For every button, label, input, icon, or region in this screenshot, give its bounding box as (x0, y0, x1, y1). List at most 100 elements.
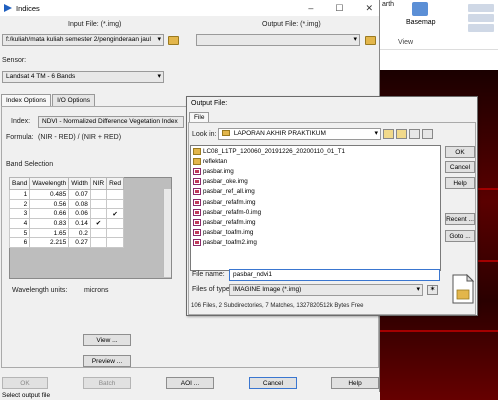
band-table-scrollbar[interactable] (163, 189, 171, 277)
red-checkbox[interactable] (106, 218, 125, 229)
nir-checkbox[interactable] (89, 237, 108, 249)
maximize-icon[interactable]: ☐ (335, 3, 343, 14)
nir-checkbox[interactable] (89, 189, 108, 200)
list-item[interactable]: pasbar_refafm.img (191, 217, 440, 227)
index-label: Index: (11, 118, 31, 125)
column-header[interactable]: Band (8, 177, 31, 190)
add-filter-icon[interactable]: ✶ (427, 285, 438, 295)
output-file-dialog: Output File: File Look in: LAPORAN AKHIR… (186, 96, 478, 316)
list-item[interactable]: pasbar_oke.img (191, 177, 440, 187)
nir-checkbox[interactable] (89, 208, 108, 220)
file-name: pasbar_oke.img (203, 178, 248, 186)
width-cell: 0.06 (68, 208, 91, 220)
input-folder-icon[interactable] (168, 36, 179, 45)
close-icon[interactable]: ✕ (365, 3, 373, 14)
column-header[interactable]: Wavelength (29, 177, 70, 190)
band-table: Band Wavelength Width NIR Red 1 0.485 0.… (8, 177, 125, 249)
sensor-select[interactable]: Landsat 4 TM - 6 Bands ▾ (2, 71, 164, 83)
goto-button[interactable]: Goto ... (445, 230, 475, 242)
file-type-select[interactable]: IMAGINE Image (*.img) ▾ (229, 284, 423, 296)
minimize-icon[interactable]: – (308, 3, 313, 14)
chevron-down-icon[interactable]: ▾ (157, 72, 161, 80)
red-checkbox[interactable] (106, 189, 125, 200)
dialog-cancel-button[interactable]: Cancel (445, 161, 475, 173)
file-list[interactable]: LC08_L1TP_120060_20191226_20200110_01_T1… (190, 145, 441, 271)
list-item[interactable]: pasbar.img (191, 166, 440, 176)
chevron-down-icon[interactable]: ▾ (374, 129, 378, 137)
index-value: NDVI - Normalized Difference Vegetation … (42, 118, 178, 125)
table-row[interactable]: 3 0.66 0.06 ✔ (8, 208, 125, 220)
chevron-down-icon[interactable]: ▾ (353, 35, 357, 43)
table-row[interactable]: 5 1.65 0.2 (8, 227, 125, 239)
look-in-select[interactable]: LAPORAN AKHIR PRAKTIKUM ▾ (218, 128, 381, 140)
dialog-ok-button[interactable]: OK (445, 146, 475, 158)
wavelength-units-label: Wavelength units: (12, 287, 68, 294)
red-checkbox[interactable] (106, 198, 125, 210)
tab-file[interactable]: File (189, 112, 210, 122)
column-header[interactable]: NIR (89, 177, 108, 190)
input-file-field[interactable]: f:/kuliah/mata kuliah semester 2/pengind… (2, 34, 164, 46)
output-folder-icon[interactable] (365, 36, 376, 45)
chevron-down-icon[interactable]: ▾ (416, 285, 420, 293)
dialog-body: Look in: LAPORAN AKHIR PRAKTIKUM ▾ LC08_… (188, 122, 476, 315)
list-view-icon[interactable] (409, 129, 420, 139)
view-button[interactable]: View ... (83, 334, 131, 346)
red-checkbox[interactable]: ✔ (106, 208, 125, 220)
index-select[interactable]: NDVI - Normalized Difference Vegetation … (38, 116, 184, 128)
file-name-input[interactable]: pasbar_ndvi1 (229, 269, 440, 281)
table-row[interactable]: 1 0.485 0.07 (8, 189, 125, 200)
list-item[interactable]: pasbar_refafm-0.img (191, 207, 440, 217)
table-row[interactable]: 4 0.83 0.14 ✔ (8, 218, 125, 229)
preview-button[interactable]: Preview ... (83, 355, 131, 367)
nir-checkbox[interactable]: ✔ (89, 218, 108, 229)
output-file-field[interactable]: ▾ (196, 34, 360, 46)
nir-checkbox[interactable] (89, 227, 108, 239)
window-title: Indices (16, 3, 40, 13)
red-checkbox[interactable] (106, 227, 125, 239)
basemap-icon[interactable] (412, 2, 428, 16)
tab-io-options[interactable]: I/O Options (52, 94, 95, 106)
basemap-label[interactable]: Basemap (406, 19, 436, 26)
dialog-help-button[interactable]: Help (445, 177, 475, 189)
band-cell: 5 (8, 227, 31, 239)
dialog-title[interactable]: Output File: (187, 97, 477, 111)
batch-button[interactable]: Batch (83, 377, 131, 389)
column-header[interactable]: Red (106, 177, 125, 190)
title-bar[interactable]: Indices – ☐ ✕ (0, 0, 379, 16)
wavelength-cell: 0.485 (29, 189, 70, 200)
ok-button[interactable]: OK (2, 377, 48, 389)
table-row[interactable]: 6 2.215 0.27 (8, 237, 125, 249)
table-row[interactable]: 2 0.56 0.08 (8, 198, 125, 210)
aoi-button[interactable]: AOI ... (166, 377, 214, 389)
sensor-label: Sensor: (2, 57, 27, 64)
help-button[interactable]: Help (331, 377, 379, 389)
tab-index-options[interactable]: Index Options (1, 94, 52, 106)
list-item[interactable]: pasbar_toafm2.img (191, 238, 440, 248)
new-folder-icon[interactable] (396, 129, 407, 139)
band-selection-label: Band Selection (6, 161, 54, 168)
up-folder-icon[interactable] (383, 129, 394, 139)
list-item[interactable]: reflektan (191, 156, 440, 166)
width-cell: 0.08 (68, 198, 91, 210)
image-file-icon (193, 198, 201, 206)
list-item[interactable]: pasbar_toafm.img (191, 228, 440, 238)
view-group-label: View (398, 39, 414, 46)
list-item[interactable]: pasbar_refafm.img (191, 197, 440, 207)
image-file-icon (193, 218, 201, 226)
wavelength-cell: 1.65 (29, 227, 70, 239)
chevron-down-icon[interactable]: ▾ (157, 35, 161, 43)
image-file-icon (193, 178, 201, 186)
column-header[interactable]: Width (68, 177, 91, 190)
file-name: reflektan (203, 157, 228, 165)
cancel-button[interactable]: Cancel (249, 377, 297, 389)
list-item[interactable]: LC08_L1TP_120060_20191226_20200110_01_T1 (191, 146, 440, 156)
recent-button[interactable]: Recent ... (445, 213, 475, 225)
red-checkbox[interactable] (106, 237, 125, 249)
width-cell: 0.2 (68, 227, 91, 239)
app-icon (4, 4, 12, 12)
status-bar: Select output file (0, 392, 380, 400)
ribbon-tab-label[interactable]: arth (382, 1, 394, 8)
details-view-icon[interactable] (422, 129, 433, 139)
list-item[interactable]: pasbar_ref_all.img (191, 187, 440, 197)
nir-checkbox[interactable] (89, 198, 108, 210)
